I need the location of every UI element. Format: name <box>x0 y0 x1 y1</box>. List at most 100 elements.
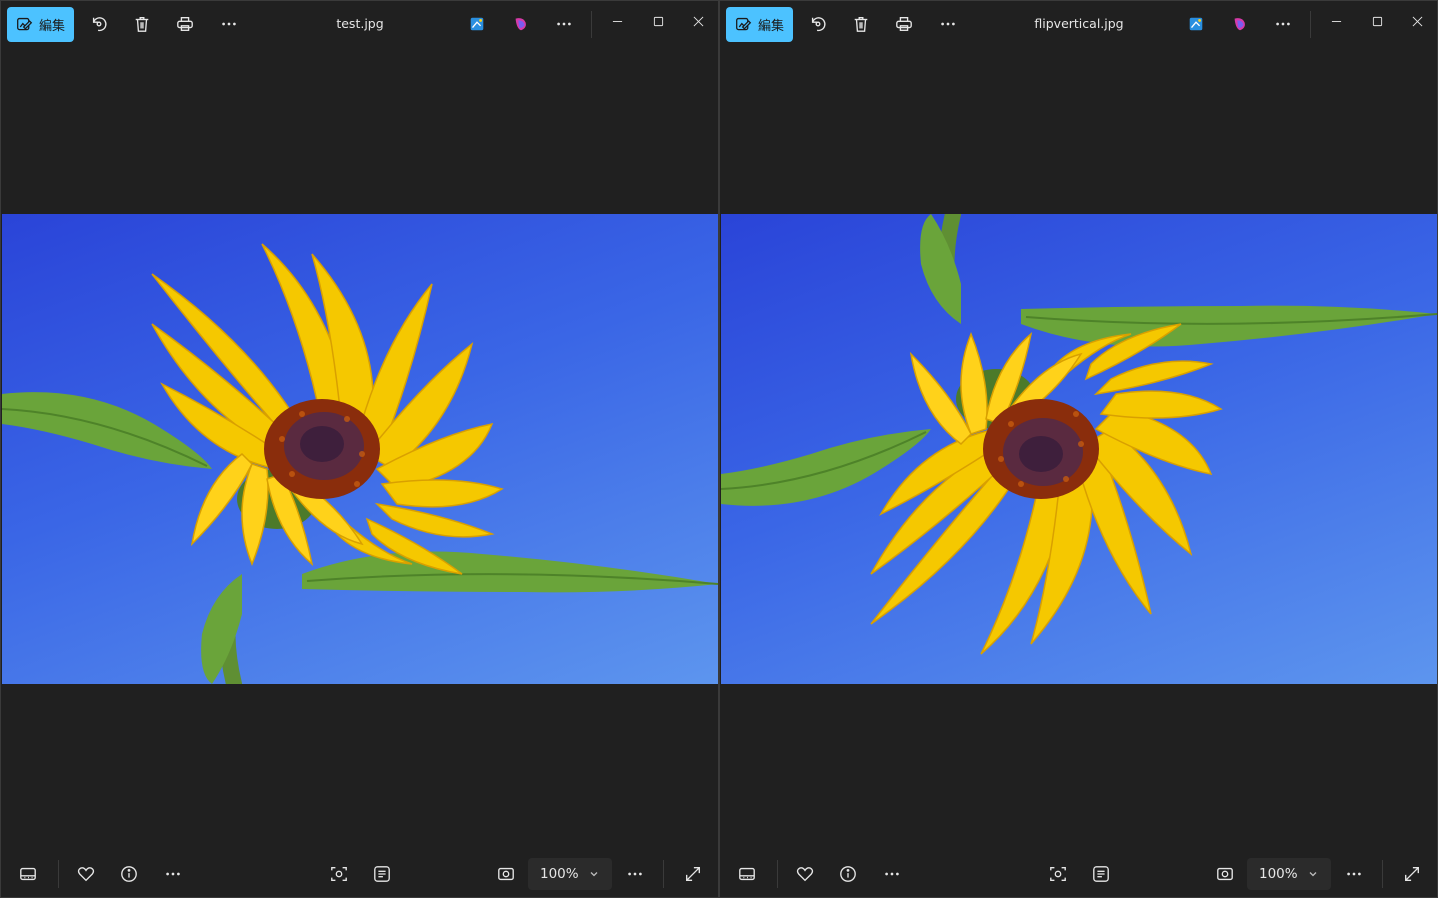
zoom-value: 100% <box>540 866 579 882</box>
edit-photo-icon <box>736 17 752 31</box>
trash-icon <box>854 17 868 32</box>
info-icon <box>121 866 137 882</box>
visual-search-icon <box>331 867 347 881</box>
fullscreen-icon <box>1405 867 1419 881</box>
edit-button[interactable]: 編集 <box>726 7 793 42</box>
text-scan-icon <box>374 866 390 882</box>
more-button[interactable] <box>214 9 244 39</box>
divider <box>777 860 778 888</box>
more-button-bottom[interactable] <box>877 859 907 889</box>
print-button[interactable] <box>889 9 919 39</box>
maximize-icon <box>653 16 663 26</box>
heart-icon <box>796 867 814 882</box>
divider <box>1382 860 1383 888</box>
edit-label: 編集 <box>38 19 65 34</box>
visual-search-button[interactable] <box>1043 859 1073 889</box>
filmstrip-button[interactable] <box>13 859 43 889</box>
actual-size-icon <box>1217 867 1233 881</box>
copilot-button[interactable] <box>506 9 536 39</box>
title-bar: 編集 test.jpg <box>1 1 718 47</box>
print-button[interactable] <box>170 9 200 39</box>
info-button[interactable] <box>114 859 144 889</box>
info-button[interactable] <box>833 859 863 889</box>
info-icon <box>840 866 856 882</box>
edit-button[interactable]: 編集 <box>7 7 74 42</box>
maximize-button[interactable] <box>1362 7 1392 35</box>
minimize-icon <box>1331 20 1341 22</box>
sunflower-image-flipped <box>721 214 1437 684</box>
favorite-button[interactable] <box>71 859 101 889</box>
actual-size-icon <box>498 867 514 881</box>
zoom-value: 100% <box>1259 866 1298 882</box>
more-icon <box>557 22 571 26</box>
delete-button[interactable] <box>127 9 157 39</box>
divider <box>663 860 664 888</box>
fullscreen-button[interactable] <box>678 859 708 889</box>
rotate-icon <box>92 17 107 32</box>
window-title: flipvertical.jpg <box>1034 16 1124 31</box>
divider <box>58 860 59 888</box>
close-button[interactable] <box>1402 7 1432 35</box>
print-icon <box>177 17 193 31</box>
copilot-button[interactable] <box>1225 9 1255 39</box>
zoom-dropdown[interactable]: 100% <box>528 858 612 890</box>
filmstrip-icon <box>739 867 755 881</box>
fullscreen-button[interactable] <box>1397 859 1427 889</box>
photo-canvas[interactable] <box>2 214 718 684</box>
more-icon <box>1347 872 1361 876</box>
divider <box>591 11 592 38</box>
minimize-button[interactable] <box>1321 7 1351 35</box>
edit-label: 編集 <box>757 19 784 34</box>
divider <box>1310 11 1311 38</box>
more-icon <box>885 872 899 876</box>
delete-button[interactable] <box>846 9 876 39</box>
minimize-button[interactable] <box>602 7 632 35</box>
rotate-button[interactable] <box>84 9 114 39</box>
favorite-button[interactable] <box>790 859 820 889</box>
print-icon <box>896 17 912 31</box>
filmstrip-button[interactable] <box>732 859 762 889</box>
designer-icon <box>1189 17 1203 31</box>
visual-search-icon <box>1050 867 1066 881</box>
edit-photo-icon <box>17 17 33 31</box>
actual-size-button[interactable] <box>491 859 521 889</box>
minimize-icon <box>612 20 622 22</box>
trash-icon <box>135 17 149 32</box>
zoom-dropdown[interactable]: 100% <box>1247 858 1331 890</box>
text-recognition-button[interactable] <box>367 859 397 889</box>
maximize-icon <box>1372 16 1382 26</box>
more-icon <box>222 22 236 26</box>
chevron-down-icon <box>590 872 598 877</box>
fullscreen-icon <box>686 867 700 881</box>
designer-button[interactable] <box>462 9 492 39</box>
chevron-down-icon <box>1309 872 1317 877</box>
bottom-bar: 100% <box>720 851 1437 897</box>
photos-window-right: 編集 flipvertical.jpg 100% <box>719 0 1438 898</box>
more-button-right[interactable] <box>549 9 579 39</box>
photos-window-left: 編集 test.jpg 100% <box>0 0 719 898</box>
more-button-right[interactable] <box>1268 9 1298 39</box>
copilot-icon <box>1234 18 1245 31</box>
rotate-button[interactable] <box>803 9 833 39</box>
actual-size-button[interactable] <box>1210 859 1240 889</box>
more-button[interactable] <box>933 9 963 39</box>
text-scan-icon <box>1093 866 1109 882</box>
heart-icon <box>77 867 95 882</box>
more-button-zoom[interactable] <box>620 859 650 889</box>
visual-search-button[interactable] <box>324 859 354 889</box>
maximize-button[interactable] <box>643 7 673 35</box>
close-icon <box>1412 16 1422 26</box>
sunflower-image <box>2 214 718 684</box>
text-recognition-button[interactable] <box>1086 859 1116 889</box>
more-button-bottom[interactable] <box>158 859 188 889</box>
close-icon <box>693 16 703 26</box>
designer-icon <box>470 17 484 31</box>
copilot-icon <box>515 18 526 31</box>
title-bar: 編集 flipvertical.jpg <box>720 1 1437 47</box>
bottom-bar: 100% <box>1 851 718 897</box>
more-button-zoom[interactable] <box>1339 859 1369 889</box>
designer-button[interactable] <box>1181 9 1211 39</box>
photo-canvas[interactable] <box>721 214 1437 684</box>
more-icon <box>1276 22 1290 26</box>
close-button[interactable] <box>683 7 713 35</box>
